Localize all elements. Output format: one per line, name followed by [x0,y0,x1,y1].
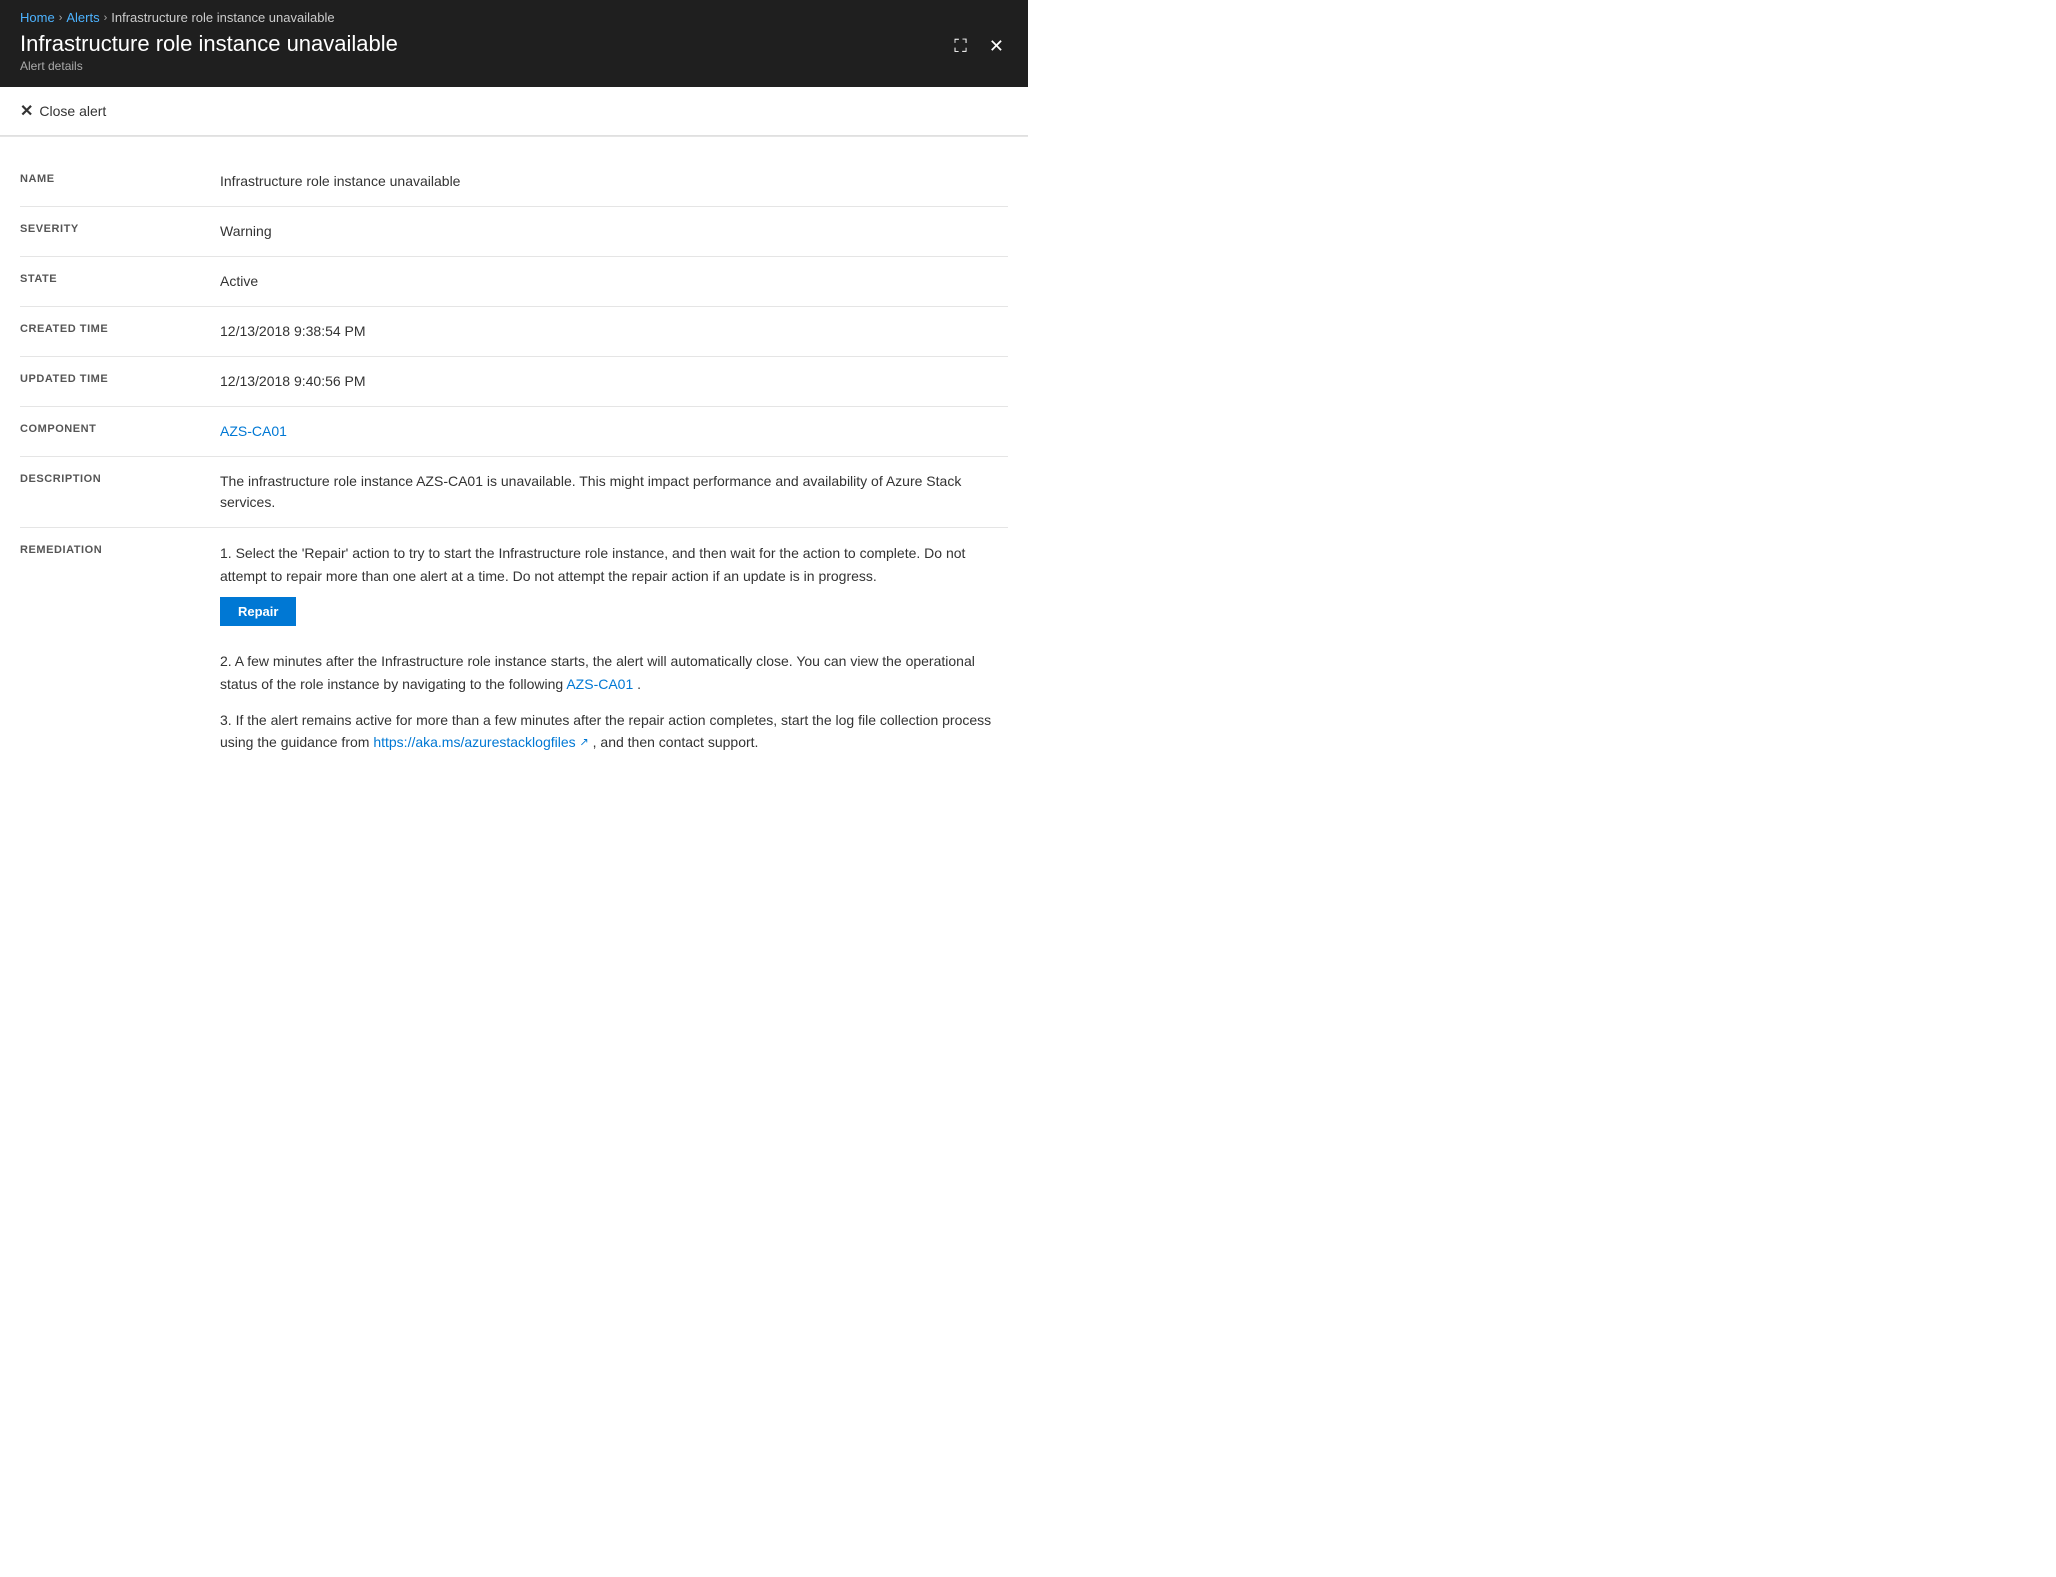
remediation-step-2: 2. A few minutes after the Infrastructur… [220,650,1008,695]
name-row: NAME Infrastructure role instance unavai… [20,157,1008,206]
created-time-value: 12/13/2018 9:38:54 PM [220,321,1008,342]
remediation-step-1: 1. Select the 'Repair' action to try to … [220,542,1008,636]
state-label: STATE [20,271,220,285]
close-alert-label: Close alert [39,103,106,119]
updated-time-value: 12/13/2018 9:40:56 PM [220,371,1008,392]
x-icon: ✕ [20,101,33,121]
breadcrumb-current: Infrastructure role instance unavailable [111,10,334,25]
description-row: DESCRIPTION The infrastructure role inst… [20,457,1008,527]
severity-label: SEVERITY [20,221,220,235]
updated-time-label: UPDATED TIME [20,371,220,385]
severity-value: Warning [220,221,1008,242]
close-icon: ✕ [989,36,1004,56]
maximize-icon: ⛶ [954,36,967,56]
component-label: COMPONENT [20,421,220,435]
severity-row: SEVERITY Warning [20,207,1008,256]
close-panel-button[interactable]: ✕ [985,35,1008,57]
created-time-label: CREATED TIME [20,321,220,335]
repair-button[interactable]: Repair [220,597,296,626]
header-title-row: Infrastructure role instance unavailable… [20,31,1008,73]
breadcrumb: Home › Alerts › Infrastructure role inst… [20,10,1008,25]
created-time-row: CREATED TIME 12/13/2018 9:38:54 PM [20,307,1008,356]
state-value: Active [220,271,1008,292]
header-actions: ⛶ ✕ [950,35,1008,57]
header: Home › Alerts › Infrastructure role inst… [0,0,1028,87]
breadcrumb-alerts[interactable]: Alerts [66,10,99,25]
description-label: DESCRIPTION [20,471,220,485]
remediation-step-3: 3. If the alert remains active for more … [220,709,1008,754]
updated-time-row: UPDATED TIME 12/13/2018 9:40:56 PM [20,357,1008,406]
header-title-group: Infrastructure role instance unavailable… [20,31,398,73]
component-row: COMPONENT AZS-CA01 [20,407,1008,456]
remediation-row: REMEDIATION 1. Select the 'Repair' actio… [20,528,1008,781]
remediation-step3-after: , and then contact support. [593,734,759,750]
external-link-icon: ↗ [580,737,589,749]
remediation-step2-after: . [637,676,641,692]
content: NAME Infrastructure role instance unavai… [0,137,1028,811]
remediation-label: REMEDIATION [20,542,220,556]
name-value: Infrastructure role instance unavailable [220,171,1008,192]
page-title: Infrastructure role instance unavailable [20,31,398,57]
state-row: STATE Active [20,257,1008,306]
remediation-value: 1. Select the 'Repair' action to try to … [220,542,1008,767]
close-alert-button[interactable]: ✕ Close alert [20,97,106,125]
breadcrumb-home[interactable]: Home [20,10,55,25]
description-value: The infrastructure role instance AZS-CA0… [220,471,1008,513]
remediation-step2-link[interactable]: AZS-CA01 [566,676,633,692]
page-subtitle: Alert details [20,59,398,73]
component-link[interactable]: AZS-CA01 [220,423,287,439]
remediation-step1-text: 1. Select the 'Repair' action to try to … [220,545,965,583]
remediation-step3-link[interactable]: https://aka.ms/azurestacklogfiles [373,734,575,750]
maximize-button[interactable]: ⛶ [950,35,971,57]
component-value: AZS-CA01 [220,421,1008,442]
breadcrumb-sep-2: › [104,12,108,24]
name-label: NAME [20,171,220,185]
breadcrumb-sep-1: › [59,12,63,24]
toolbar: ✕ Close alert [0,87,1028,136]
